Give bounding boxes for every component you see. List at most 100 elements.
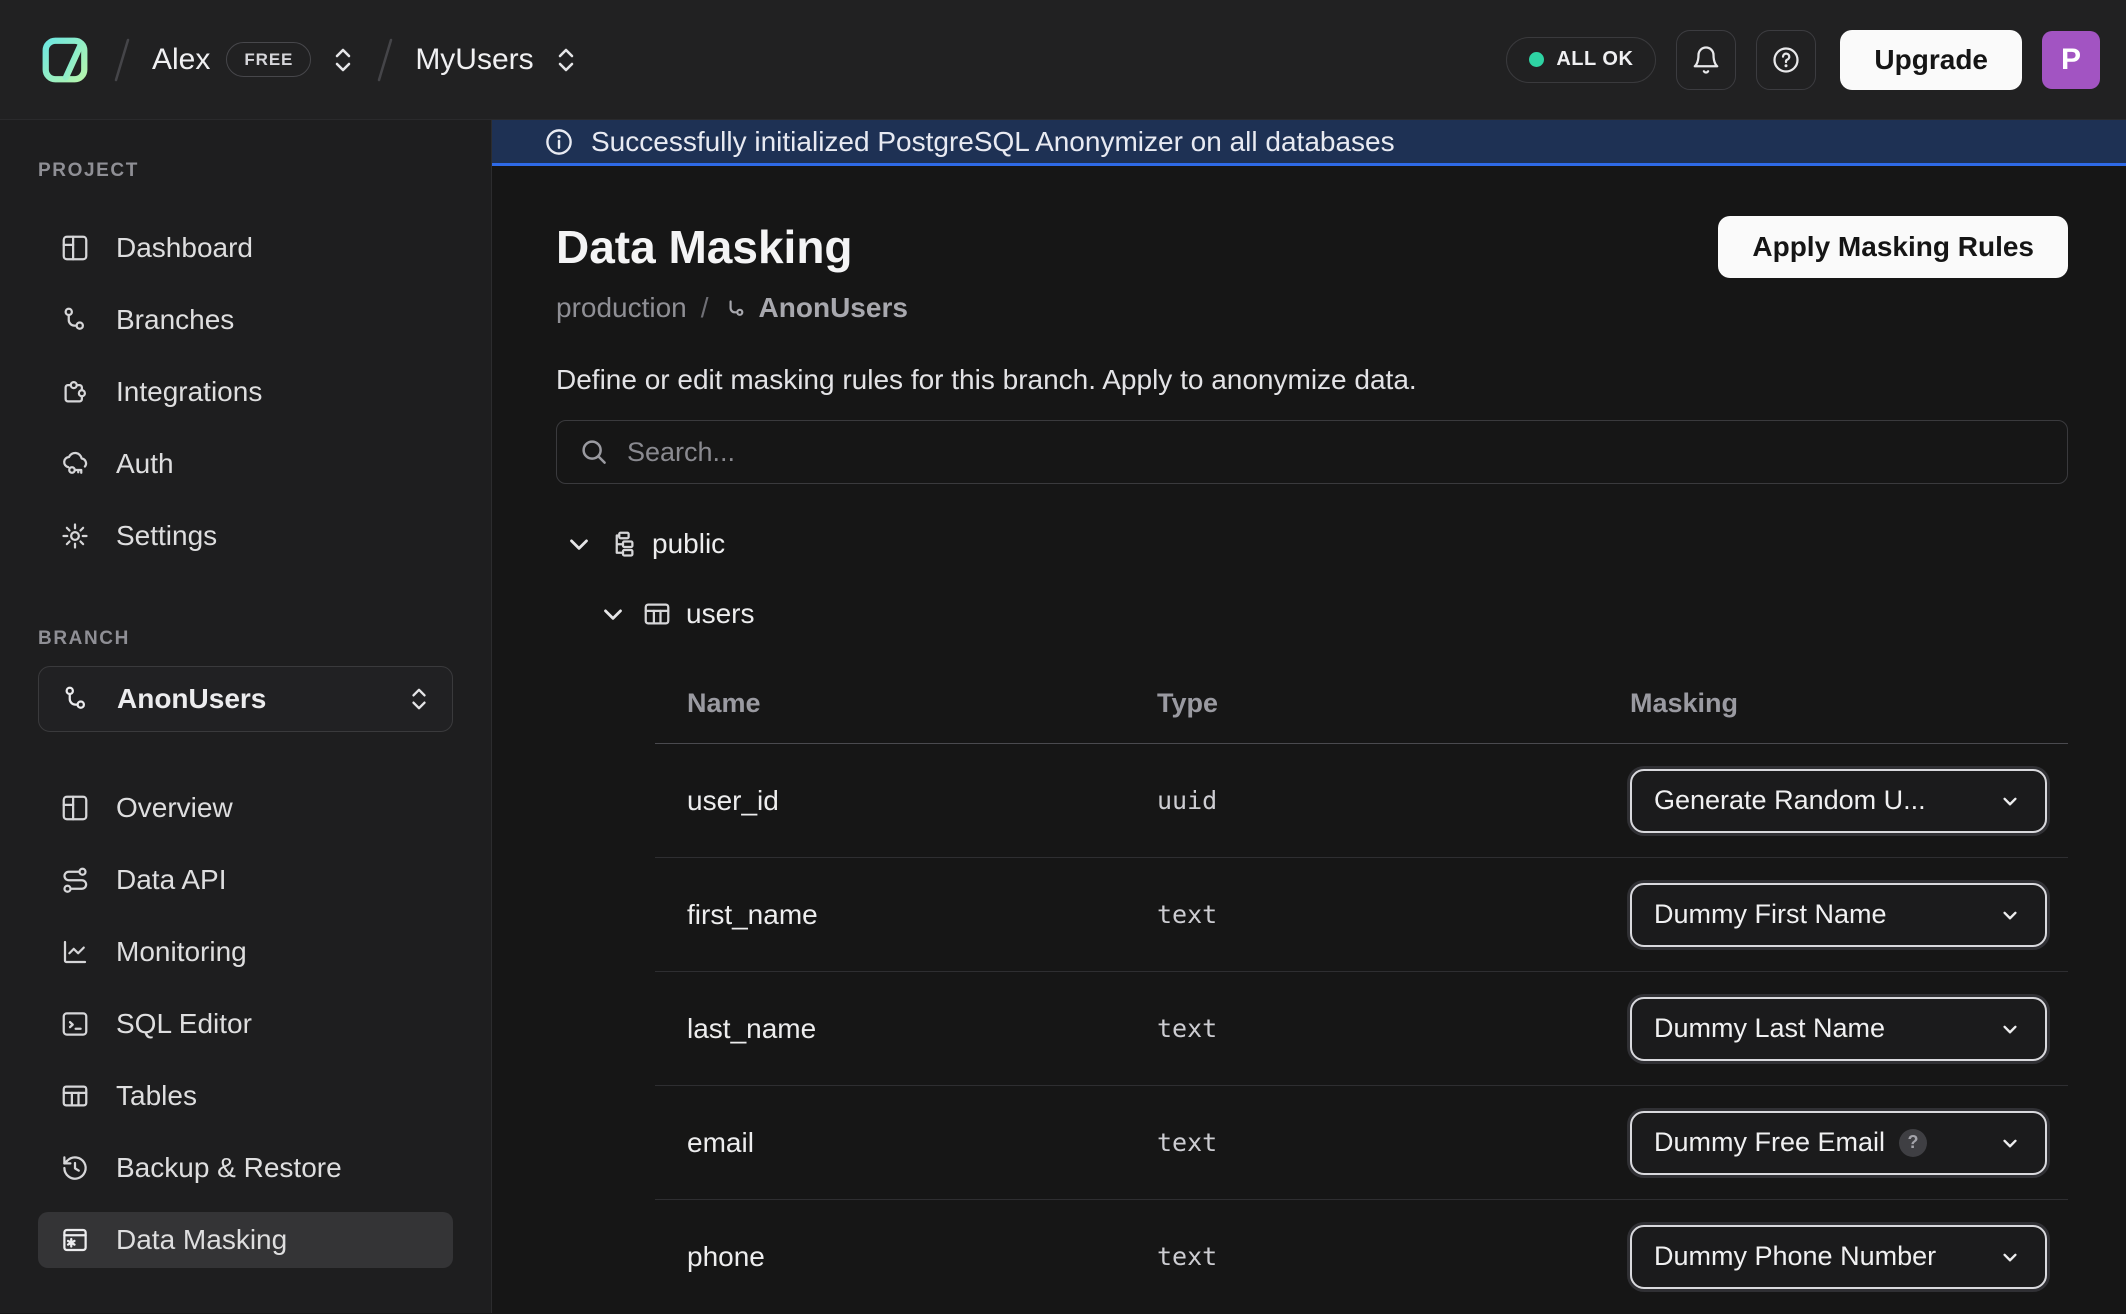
neon-logo-icon[interactable] — [38, 33, 92, 87]
breadcrumb-branch[interactable]: AnonUsers — [723, 292, 908, 324]
overview-icon — [60, 793, 90, 823]
sidebar-item-monitoring[interactable]: Monitoring — [38, 924, 453, 980]
column-type: text — [1157, 1014, 1630, 1043]
bell-icon — [1691, 45, 1721, 75]
project-switcher[interactable]: MyUsers — [415, 43, 577, 77]
chart-line-icon — [60, 937, 90, 967]
sidebar-item-label: Auth — [116, 448, 174, 480]
table-header-row: Name Type Masking — [655, 664, 2068, 744]
divider-slash-icon — [112, 36, 132, 84]
masking-select[interactable]: Dummy First Name — [1630, 883, 2047, 947]
project-name: MyUsers — [415, 43, 533, 77]
tree-node-table[interactable]: users — [598, 588, 2068, 640]
masking-select[interactable]: Dummy Phone Number — [1630, 1225, 2047, 1289]
child-branch-icon — [723, 295, 749, 321]
sidebar-item-label: Tables — [116, 1080, 197, 1112]
column-type: uuid — [1157, 786, 1630, 815]
search-box — [556, 420, 2068, 484]
schema-tree: public users — [564, 518, 2068, 640]
sidebar-item-label: Overview — [116, 792, 233, 824]
status-label: ALL OK — [1556, 48, 1633, 71]
table-icon — [60, 1081, 90, 1111]
sidebar-item-sql-editor[interactable]: SQL Editor — [38, 996, 453, 1052]
branch-selector[interactable]: AnonUsers — [38, 666, 453, 732]
sidebar-item-backup-restore[interactable]: Backup & Restore — [38, 1140, 453, 1196]
tree-table-label: users — [686, 598, 754, 630]
help-button[interactable] — [1756, 30, 1816, 90]
sidebar-item-overview[interactable]: Overview — [38, 780, 453, 836]
table-row: phone text Dummy Phone Number — [655, 1200, 2068, 1313]
chevron-down-icon — [1997, 1130, 2023, 1156]
header-breadcrumbs: Alex FREE MyUsers — [38, 33, 578, 87]
column-name: user_id — [687, 785, 1157, 817]
sidebar-item-label: Dashboard — [116, 232, 253, 264]
column-name: phone — [687, 1241, 1157, 1273]
columns-table: Name Type Masking user_id uuid Generate … — [655, 664, 2068, 1313]
apply-masking-rules-button[interactable]: Apply Masking Rules — [1718, 216, 2068, 278]
sidebar-item-settings[interactable]: Settings — [38, 508, 453, 564]
column-header-type: Type — [1157, 688, 1630, 719]
sidebar-item-label: Branches — [116, 304, 234, 336]
puzzle-icon — [60, 377, 90, 407]
terminal-icon — [60, 1009, 90, 1039]
sidebar-section-project: PROJECT — [38, 160, 453, 184]
sidebar-item-branches[interactable]: Branches — [38, 292, 453, 348]
column-header-masking: Masking — [1630, 688, 2068, 719]
table-row: first_name text Dummy First Name — [655, 858, 2068, 972]
breadcrumb-separator: / — [701, 292, 709, 324]
column-type: text — [1157, 1242, 1630, 1271]
masking-select[interactable]: Dummy Last Name — [1630, 997, 2047, 1061]
masking-select-value: Dummy First Name — [1654, 899, 1887, 930]
sidebar-item-data-api[interactable]: Data API — [38, 852, 453, 908]
branch-selector-value: AnonUsers — [117, 683, 266, 715]
success-banner: Successfully initialized PostgreSQL Anon… — [492, 120, 2126, 166]
search-input[interactable] — [627, 421, 2045, 483]
org-switcher[interactable]: Alex FREE — [152, 42, 355, 77]
upgrade-button[interactable]: Upgrade — [1840, 30, 2022, 90]
sidebar-item-label: SQL Editor — [116, 1008, 252, 1040]
plan-badge: FREE — [226, 42, 311, 77]
sidebar-item-data-masking[interactable]: Data Masking — [38, 1212, 453, 1268]
chevrons-updown-icon — [408, 685, 430, 713]
status-pill[interactable]: ALL OK — [1506, 37, 1656, 83]
tree-schema-label: public — [652, 528, 725, 560]
cloud-key-icon — [60, 449, 90, 479]
header-actions: ALL OK Upgrade P — [1506, 30, 2100, 90]
breadcrumb-parent[interactable]: production — [556, 292, 687, 324]
masking-select-value: Dummy Phone Number — [1654, 1241, 1936, 1272]
sidebar-item-integrations[interactable]: Integrations — [38, 364, 453, 420]
chevron-down-icon — [1997, 902, 2023, 928]
branch-icon — [60, 305, 90, 335]
masking-select-value: Dummy Last Name — [1654, 1013, 1885, 1044]
masking-select[interactable]: Generate Random U... — [1630, 769, 2047, 833]
avatar[interactable]: P — [2042, 31, 2100, 89]
mask-window-icon — [60, 1225, 90, 1255]
tree-node-schema[interactable]: public — [564, 518, 2068, 570]
notifications-button[interactable] — [1676, 30, 1736, 90]
chevron-down-icon — [1997, 788, 2023, 814]
chevron-down-icon — [1997, 1244, 2023, 1270]
sidebar-item-label: Settings — [116, 520, 217, 552]
banner-message: Successfully initialized PostgreSQL Anon… — [591, 126, 1395, 158]
sidebar-item-label: Monitoring — [116, 936, 247, 968]
schema-icon — [608, 529, 638, 559]
chevrons-updown-icon — [554, 45, 578, 75]
route-icon — [60, 865, 90, 895]
sidebar-item-tables[interactable]: Tables — [38, 1068, 453, 1124]
page-description: Define or edit masking rules for this br… — [556, 364, 2068, 396]
masking-select-value: Generate Random U... — [1654, 785, 1926, 816]
masking-select[interactable]: Dummy Free Email ? — [1630, 1111, 2047, 1175]
help-badge[interactable]: ? — [1899, 1129, 1927, 1157]
sidebar-item-label: Data Masking — [116, 1224, 287, 1256]
top-header: Alex FREE MyUsers ALL OK — [0, 0, 2126, 120]
chevrons-updown-icon — [331, 45, 355, 75]
sidebar-item-auth[interactable]: Auth — [38, 436, 453, 492]
breadcrumb-branch-label: AnonUsers — [759, 292, 908, 324]
table-icon — [642, 599, 672, 629]
branch-icon — [61, 684, 91, 714]
sidebar-item-label: Backup & Restore — [116, 1152, 342, 1184]
sidebar-item-dashboard[interactable]: Dashboard — [38, 220, 453, 276]
sidebar: PROJECT Dashboard Branches Integrations — [0, 120, 492, 1313]
breadcrumb: production / AnonUsers — [556, 290, 2068, 326]
table-row: last_name text Dummy Last Name — [655, 972, 2068, 1086]
